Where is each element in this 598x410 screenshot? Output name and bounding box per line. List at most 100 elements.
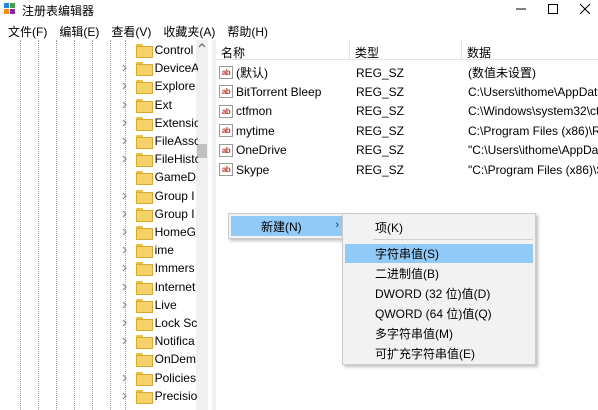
value-name: Skype bbox=[236, 162, 270, 177]
column-type-header[interactable]: 类型 bbox=[350, 40, 462, 60]
tree-item[interactable]: Lock Sc bbox=[118, 314, 198, 332]
folder-icon bbox=[135, 371, 153, 386]
submenu-item[interactable]: 可扩充字符串值(E) bbox=[345, 344, 533, 363]
value-row[interactable]: ab OneDrive REG_SZ "C:\Users\ithome\AppData bbox=[216, 141, 598, 160]
tree-item[interactable]: FileHisto bbox=[118, 150, 198, 168]
menu-item-new-label: 新建(N) bbox=[261, 219, 302, 234]
tree-item[interactable]: Extensio bbox=[118, 114, 198, 132]
menu-file[interactable]: 文件(F) bbox=[0, 20, 53, 40]
tree-item-label: Precisio bbox=[154, 388, 198, 403]
tree-item[interactable]: Control bbox=[118, 41, 198, 59]
value-row[interactable]: ab BitTorrent Bleep REG_SZ C:\Users\ithome\… bbox=[216, 82, 598, 101]
tree-item[interactable]: ime bbox=[118, 241, 198, 259]
chevron-right-icon[interactable] bbox=[118, 259, 132, 277]
folder-icon bbox=[135, 207, 153, 222]
submenu-item[interactable]: QWORD (64 位)值(Q) bbox=[345, 304, 533, 323]
column-name-header[interactable]: 名称 bbox=[216, 40, 350, 60]
chevron-right-icon[interactable] bbox=[118, 241, 132, 259]
submenu-item-label: 可扩充字符串值(E) bbox=[375, 347, 475, 361]
chevron-right-icon[interactable] bbox=[118, 369, 132, 387]
submenu-item[interactable]: 二进制值(B) bbox=[345, 264, 533, 283]
value-name-cell: ab BitTorrent Bleep bbox=[216, 82, 350, 101]
tree-item[interactable]: Explore bbox=[118, 77, 198, 95]
tree-item[interactable]: Policies bbox=[118, 369, 198, 387]
chevron-right-icon[interactable] bbox=[118, 296, 132, 314]
menu-bar: 文件(F) 编辑(E) 查看(V) 收藏夹(A) 帮助(H) bbox=[0, 20, 598, 40]
tree-item-label: Group I bbox=[154, 206, 195, 221]
tree-item-label: Control bbox=[154, 43, 194, 57]
menu-edit[interactable]: 编辑(E) bbox=[53, 20, 105, 40]
tree-item[interactable]: OnDem bbox=[118, 350, 198, 368]
string-value-icon: ab bbox=[219, 66, 233, 79]
value-data: (数值未设置) bbox=[468, 66, 536, 80]
tree-item[interactable]: Ext bbox=[118, 96, 198, 114]
folder-icon bbox=[135, 80, 153, 95]
submenu-item[interactable]: 字符串值(S) bbox=[345, 244, 533, 263]
submenu-item[interactable]: 项(K) bbox=[345, 218, 533, 237]
tree-item[interactable]: HomeG bbox=[118, 223, 198, 241]
tree-item[interactable]: Immers bbox=[118, 259, 198, 277]
string-value-icon: ab bbox=[219, 163, 233, 176]
tree-item[interactable]: Precisio bbox=[118, 387, 198, 405]
chevron-right-icon[interactable] bbox=[118, 223, 132, 241]
folder-icon bbox=[135, 98, 153, 113]
chevron-right-icon[interactable] bbox=[118, 96, 132, 114]
tree-guide-line bbox=[74, 40, 75, 410]
tree-item[interactable]: FileAsso bbox=[118, 132, 198, 150]
value-row[interactable]: ab mytime REG_SZ C:\Program Files (x86)\Ru bbox=[216, 121, 598, 140]
registry-tree: Control DeviceA Explore Ext Extensio FileAsso… bbox=[0, 40, 214, 410]
chevron-right-icon[interactable] bbox=[118, 278, 132, 296]
value-data: C:\Users\ithome\AppData bbox=[468, 84, 598, 99]
menu-separator bbox=[373, 239, 533, 240]
menu-favorites[interactable]: 收藏夹(A) bbox=[157, 20, 221, 40]
tree-item[interactable]: Group I bbox=[118, 205, 198, 223]
tree-item[interactable]: Notifica bbox=[118, 332, 198, 350]
value-name: OneDrive bbox=[236, 143, 287, 158]
chevron-right-icon[interactable] bbox=[118, 59, 132, 77]
tree-item[interactable]: Group I bbox=[118, 187, 198, 205]
tree-item[interactable]: GameD bbox=[118, 168, 198, 186]
column-data-header[interactable]: 数据 bbox=[462, 40, 598, 60]
chevron-right-icon[interactable] bbox=[118, 150, 132, 168]
value-name: ctfmon bbox=[236, 104, 273, 119]
value-row[interactable]: ab Skype REG_SZ "C:\Program Files (x86)\Sk bbox=[216, 160, 598, 179]
tree-item[interactable]: Live bbox=[118, 296, 198, 314]
chevron-right-icon[interactable] bbox=[118, 187, 132, 205]
chevron-right-icon[interactable] bbox=[118, 114, 132, 132]
tree-guide-line bbox=[56, 40, 57, 410]
submenu-item-label: 字符串值(S) bbox=[375, 247, 439, 261]
minimize-icon bbox=[516, 8, 526, 10]
menu-view[interactable]: 查看(V) bbox=[105, 20, 157, 40]
chevron-right-icon[interactable] bbox=[118, 314, 132, 332]
value-row[interactable]: ab (默认) REG_SZ (数值未设置) bbox=[216, 63, 598, 82]
folder-icon bbox=[135, 44, 153, 58]
submenu-item[interactable]: 多字符串值(M) bbox=[345, 324, 533, 343]
close-button[interactable] bbox=[562, 0, 598, 18]
value-name-cell: ab mytime bbox=[216, 121, 350, 140]
maximize-icon bbox=[548, 4, 558, 14]
folder-icon bbox=[135, 62, 153, 77]
submenu-item[interactable]: DWORD (32 位)值(D) bbox=[345, 284, 533, 303]
value-row[interactable]: abctfmon REG_SZ C:\Windows\system32\ctfm bbox=[216, 102, 598, 121]
tree-item[interactable]: DeviceA bbox=[118, 59, 198, 77]
chevron-right-icon[interactable] bbox=[118, 77, 132, 95]
string-value-icon: ab bbox=[219, 124, 233, 138]
submenu-item-label: QWORD (64 位)值(Q) bbox=[375, 307, 492, 321]
chevron-right-icon[interactable] bbox=[118, 205, 132, 223]
chevron-right-icon[interactable] bbox=[118, 132, 132, 150]
folder-icon bbox=[135, 189, 153, 204]
menu-help[interactable]: 帮助(H) bbox=[221, 20, 274, 40]
tree-item-label: Extensio bbox=[154, 115, 198, 130]
chevron-right-icon[interactable] bbox=[118, 387, 132, 405]
value-type: REG_SZ bbox=[356, 104, 405, 119]
tree-item-label: GameD bbox=[154, 170, 196, 185]
chevron-right-icon[interactable] bbox=[118, 332, 132, 350]
menu-item-new[interactable]: 新建(N) › bbox=[231, 216, 345, 236]
tree-item[interactable]: Internet bbox=[118, 278, 198, 296]
chevron-up-icon bbox=[198, 43, 206, 48]
scroll-thumb[interactable] bbox=[197, 144, 207, 158]
folder-icon bbox=[135, 353, 153, 368]
